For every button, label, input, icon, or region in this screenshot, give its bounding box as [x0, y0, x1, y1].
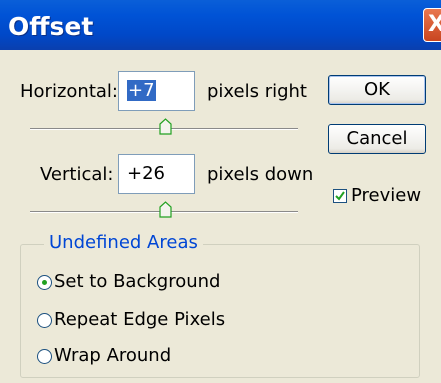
- close-icon: X: [428, 12, 441, 37]
- vertical-label: Vertical:: [40, 164, 114, 185]
- slider-thumb-icon: [159, 201, 172, 218]
- radio-set-to-background[interactable]: [37, 275, 52, 290]
- vertical-slider-thumb[interactable]: [159, 201, 172, 218]
- radio-label-set-to-background[interactable]: Set to Background: [54, 271, 220, 292]
- radio-repeat-edge-pixels[interactable]: [37, 313, 52, 328]
- vertical-value: +26: [127, 163, 165, 184]
- radio-wrap-around[interactable]: [37, 349, 52, 364]
- horizontal-value: +7: [127, 80, 156, 101]
- title-bar[interactable]: Offset X: [0, 0, 441, 50]
- checkmark-icon: [335, 191, 345, 201]
- ok-button-label: OK: [364, 79, 390, 100]
- close-button[interactable]: X: [423, 8, 441, 42]
- preview-checkbox[interactable]: [333, 189, 347, 203]
- preview-label[interactable]: Preview: [351, 185, 421, 206]
- slider-thumb-icon: [159, 118, 172, 135]
- radio-label-wrap-around[interactable]: Wrap Around: [54, 345, 171, 366]
- cancel-button-label: Cancel: [346, 128, 408, 149]
- vertical-input[interactable]: +26: [118, 154, 195, 194]
- horizontal-input[interactable]: +7: [118, 71, 195, 111]
- horizontal-label: Horizontal:: [20, 81, 118, 102]
- vertical-unit: pixels down: [207, 164, 314, 185]
- undefined-areas-title: Undefined Areas: [44, 232, 203, 253]
- cancel-button[interactable]: Cancel: [328, 124, 426, 154]
- dialog-title: Offset: [8, 12, 94, 41]
- radio-label-repeat-edge-pixels[interactable]: Repeat Edge Pixels: [54, 309, 225, 330]
- radio-dot-icon: [42, 280, 47, 285]
- horizontal-unit: pixels right: [207, 81, 307, 102]
- offset-dialog: Offset X Horizontal: +7 pixels right OK …: [0, 0, 441, 383]
- ok-button[interactable]: OK: [328, 75, 426, 105]
- horizontal-slider-thumb[interactable]: [159, 118, 172, 135]
